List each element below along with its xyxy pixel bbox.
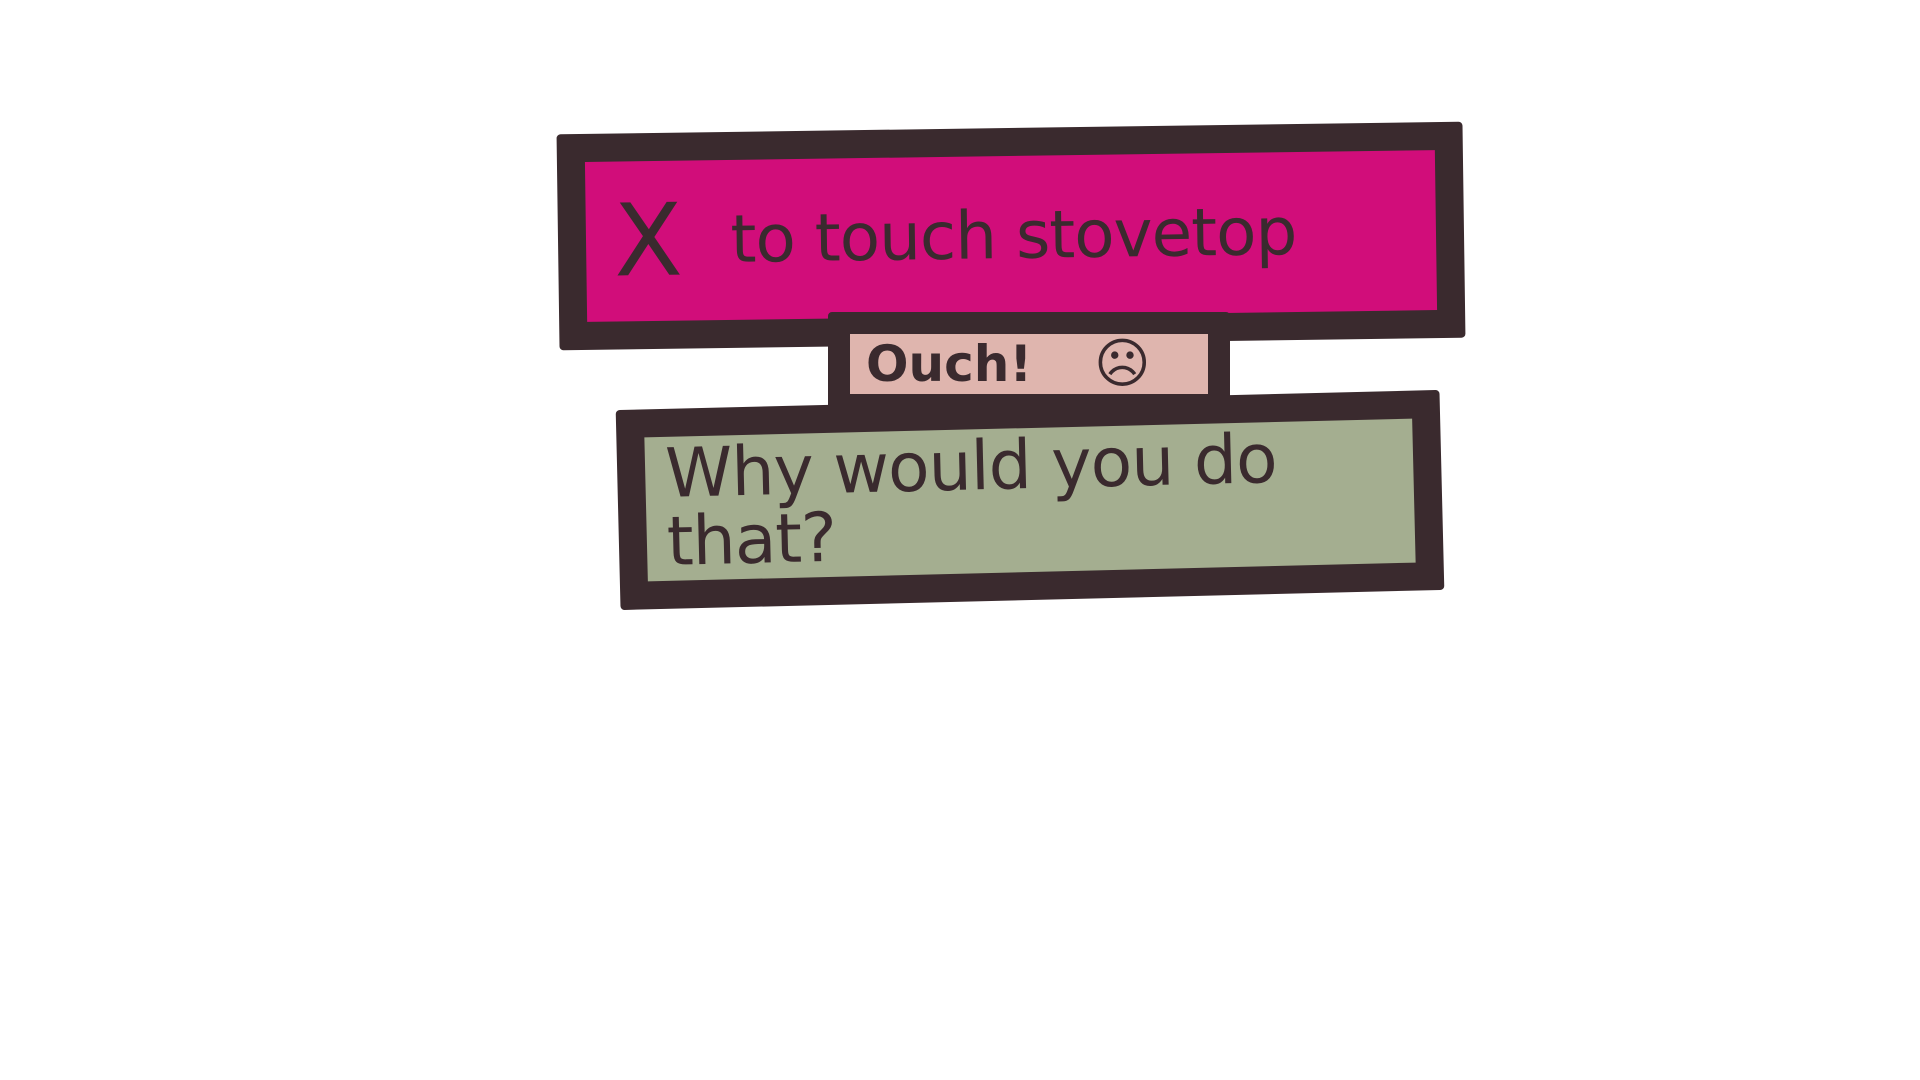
action-prompt-label: to touch stovetop [729, 193, 1297, 278]
response-exclamation: Ouch! [866, 335, 1033, 393]
x-button-glyph: X [613, 181, 684, 300]
followup-box: Why would you do that? [615, 389, 1445, 611]
followup-question: Why would you do that? [664, 419, 1278, 582]
sad-face-icon: ☹ [1094, 332, 1151, 395]
drawing-canvas: X to touch stovetop Ouch! ☹ Why would yo… [0, 0, 1920, 1080]
